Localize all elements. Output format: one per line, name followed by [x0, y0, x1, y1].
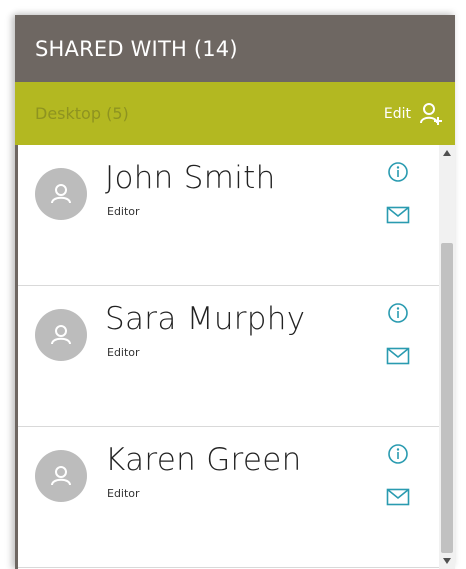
person-name: Karen Green — [105, 442, 302, 478]
people-list[interactable]: John Smith Editor Sara Murphy Editor Kar… — [15, 145, 439, 569]
person-role: Editor — [107, 487, 140, 500]
scrollbar[interactable] — [439, 145, 455, 569]
group-bar: Desktop (5) Edit — [15, 82, 455, 145]
scroll-up-button[interactable] — [439, 145, 455, 161]
list-item[interactable]: John Smith Editor — [18, 145, 439, 286]
list-item[interactable]: Karen Green Editor — [18, 427, 439, 568]
email-button[interactable] — [386, 344, 410, 368]
group-title: Desktop (5) — [35, 104, 129, 123]
scroll-down-button[interactable] — [439, 553, 455, 569]
info-button[interactable] — [386, 442, 410, 466]
shared-with-panel: SHARED WITH (14) Desktop (5) Edit John S… — [15, 15, 455, 569]
person-role: Editor — [107, 346, 140, 359]
mail-icon — [386, 347, 410, 365]
add-user-icon — [420, 102, 442, 125]
arrow-up-icon — [443, 150, 451, 156]
avatar — [35, 168, 87, 220]
mail-icon — [386, 206, 410, 224]
email-button[interactable] — [386, 485, 410, 509]
edit-link[interactable]: Edit — [384, 106, 411, 122]
info-icon — [388, 162, 408, 182]
avatar — [35, 309, 87, 361]
list-item[interactable]: Sara Murphy Editor — [18, 286, 439, 427]
group-actions: Edit — [384, 100, 445, 128]
user-icon — [51, 466, 71, 486]
arrow-down-icon — [443, 558, 451, 564]
user-icon — [51, 184, 71, 204]
panel-title: SHARED WITH (14) — [35, 36, 238, 61]
person-role: Editor — [107, 205, 140, 218]
scrollbar-thumb[interactable] — [441, 243, 453, 553]
email-button[interactable] — [386, 203, 410, 227]
user-icon — [51, 325, 71, 345]
avatar — [35, 450, 87, 502]
panel-header: SHARED WITH (14) — [15, 15, 455, 82]
info-icon — [388, 303, 408, 323]
mail-icon — [386, 488, 410, 506]
add-user-button[interactable] — [417, 100, 445, 128]
info-icon — [388, 444, 408, 464]
person-name: Sara Murphy — [105, 301, 306, 337]
person-name: John Smith — [105, 160, 276, 196]
info-button[interactable] — [386, 301, 410, 325]
info-button[interactable] — [386, 160, 410, 184]
